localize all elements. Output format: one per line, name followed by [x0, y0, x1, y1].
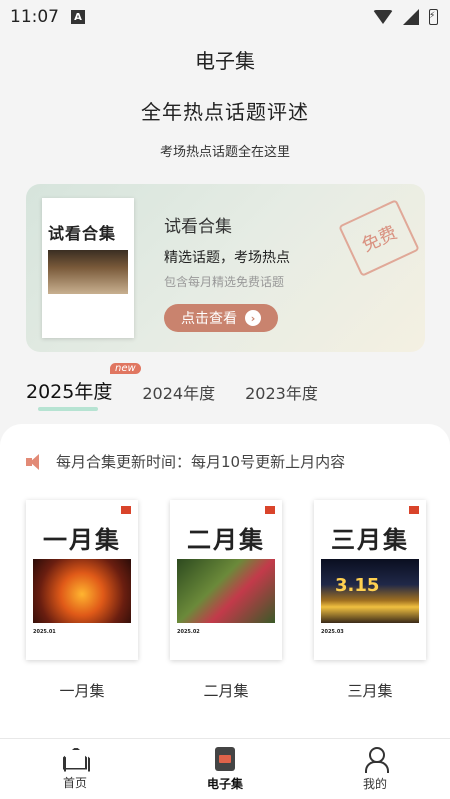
brand-logo-icon	[409, 506, 419, 514]
book-february[interactable]: 二月集 2025.02 二月集	[170, 500, 282, 701]
cover-image-dragon	[33, 559, 131, 623]
user-icon	[364, 746, 389, 773]
cover-title: 一月集	[43, 525, 121, 554]
ebook-icon	[215, 746, 235, 771]
nav-ebook-label: 电子集	[206, 776, 243, 791]
book-january[interactable]: 一月集 2025.01 一月集	[26, 500, 138, 701]
page-title: 电子集	[195, 48, 255, 73]
cover-title: 二月集	[187, 525, 265, 554]
tab-2025-label: 2025年度	[26, 381, 113, 403]
promo-line1: 精选话题，考场热点	[164, 250, 290, 266]
battery-icon	[429, 9, 438, 25]
wifi-icon	[373, 10, 393, 24]
trial-cover-title: 试看合集	[48, 224, 117, 243]
trial-collection-card[interactable]: 试看合集 试看合集 精选话题，考场热点 包含每月精选免费话题 点击查看 › 免费	[26, 184, 425, 352]
notice-text: 每月合集更新时间：每月10号更新上月内容	[56, 453, 346, 471]
brand-logo-icon	[121, 506, 131, 514]
trial-cover-image: 试看合集	[42, 198, 134, 338]
status-bar: 11:07 A	[0, 0, 450, 34]
book-cover: 三月集 3.15 2025.03	[314, 500, 426, 660]
cover-image-flowers	[177, 559, 275, 623]
arrow-right-icon: ›	[245, 310, 261, 326]
year-tabs: 2025年度 new 2024年度 2023年度	[26, 363, 318, 411]
nav-profile[interactable]: 我的	[300, 739, 450, 799]
notification-a-icon: A	[71, 10, 85, 24]
book-cover: 一月集 2025.01	[26, 500, 138, 660]
cover-date: 2025.03	[321, 629, 344, 635]
tab-2023[interactable]: 2023年度	[245, 380, 318, 404]
bottom-nav: 首页 电子集 我的	[0, 738, 450, 799]
nav-profile-label: 我的	[362, 776, 387, 791]
book-label: 三月集	[347, 682, 393, 700]
promo-line2: 包含每月精选免费话题	[164, 275, 285, 289]
book-label: 一月集	[59, 682, 105, 700]
cover-date: 2025.01	[33, 629, 56, 635]
collection-panel: 每月合集更新时间：每月10号更新上月内容 一月集 2025.01 一月集 二月集…	[0, 424, 450, 738]
active-tab-indicator	[38, 407, 98, 411]
view-button[interactable]: 点击查看 ›	[164, 304, 278, 332]
book-label: 二月集	[203, 682, 249, 700]
new-badge: new	[110, 363, 141, 374]
free-stamp: 免费	[338, 199, 420, 277]
status-time: 11:07	[10, 7, 59, 27]
promo-title: 试看合集	[164, 217, 232, 237]
cover-image-315: 3.15	[321, 559, 419, 623]
speaker-icon	[26, 453, 44, 471]
hero-subtitle: 考场热点话题全在这里	[159, 145, 290, 160]
cover-date: 2025.02	[177, 629, 200, 635]
nav-home[interactable]: 首页	[0, 739, 150, 799]
signal-icon	[403, 9, 419, 25]
nav-home-label: 首页	[62, 775, 87, 790]
cover-image-text: 3.15	[335, 575, 380, 596]
cover-title: 三月集	[331, 525, 409, 554]
nav-ebook[interactable]: 电子集	[150, 739, 300, 799]
brand-logo-icon	[265, 506, 275, 514]
home-icon	[63, 748, 87, 770]
view-button-label: 点击查看	[181, 311, 237, 327]
trial-cover-photo	[48, 250, 128, 294]
hero-title: 全年热点话题评述	[141, 100, 309, 124]
tab-2025[interactable]: 2025年度 new	[26, 363, 141, 411]
book-march[interactable]: 三月集 3.15 2025.03 三月集	[314, 500, 426, 701]
hero-section: 全年热点话题评述 考场热点话题全在这里	[0, 84, 450, 160]
monthly-collections: 一月集 2025.01 一月集 二月集 2025.02 二月集 三月集 3.15…	[26, 500, 426, 701]
update-notice: 每月合集更新时间：每月10号更新上月内容	[26, 451, 345, 472]
tab-2024[interactable]: 2024年度	[142, 380, 215, 404]
book-cover: 二月集 2025.02	[170, 500, 282, 660]
